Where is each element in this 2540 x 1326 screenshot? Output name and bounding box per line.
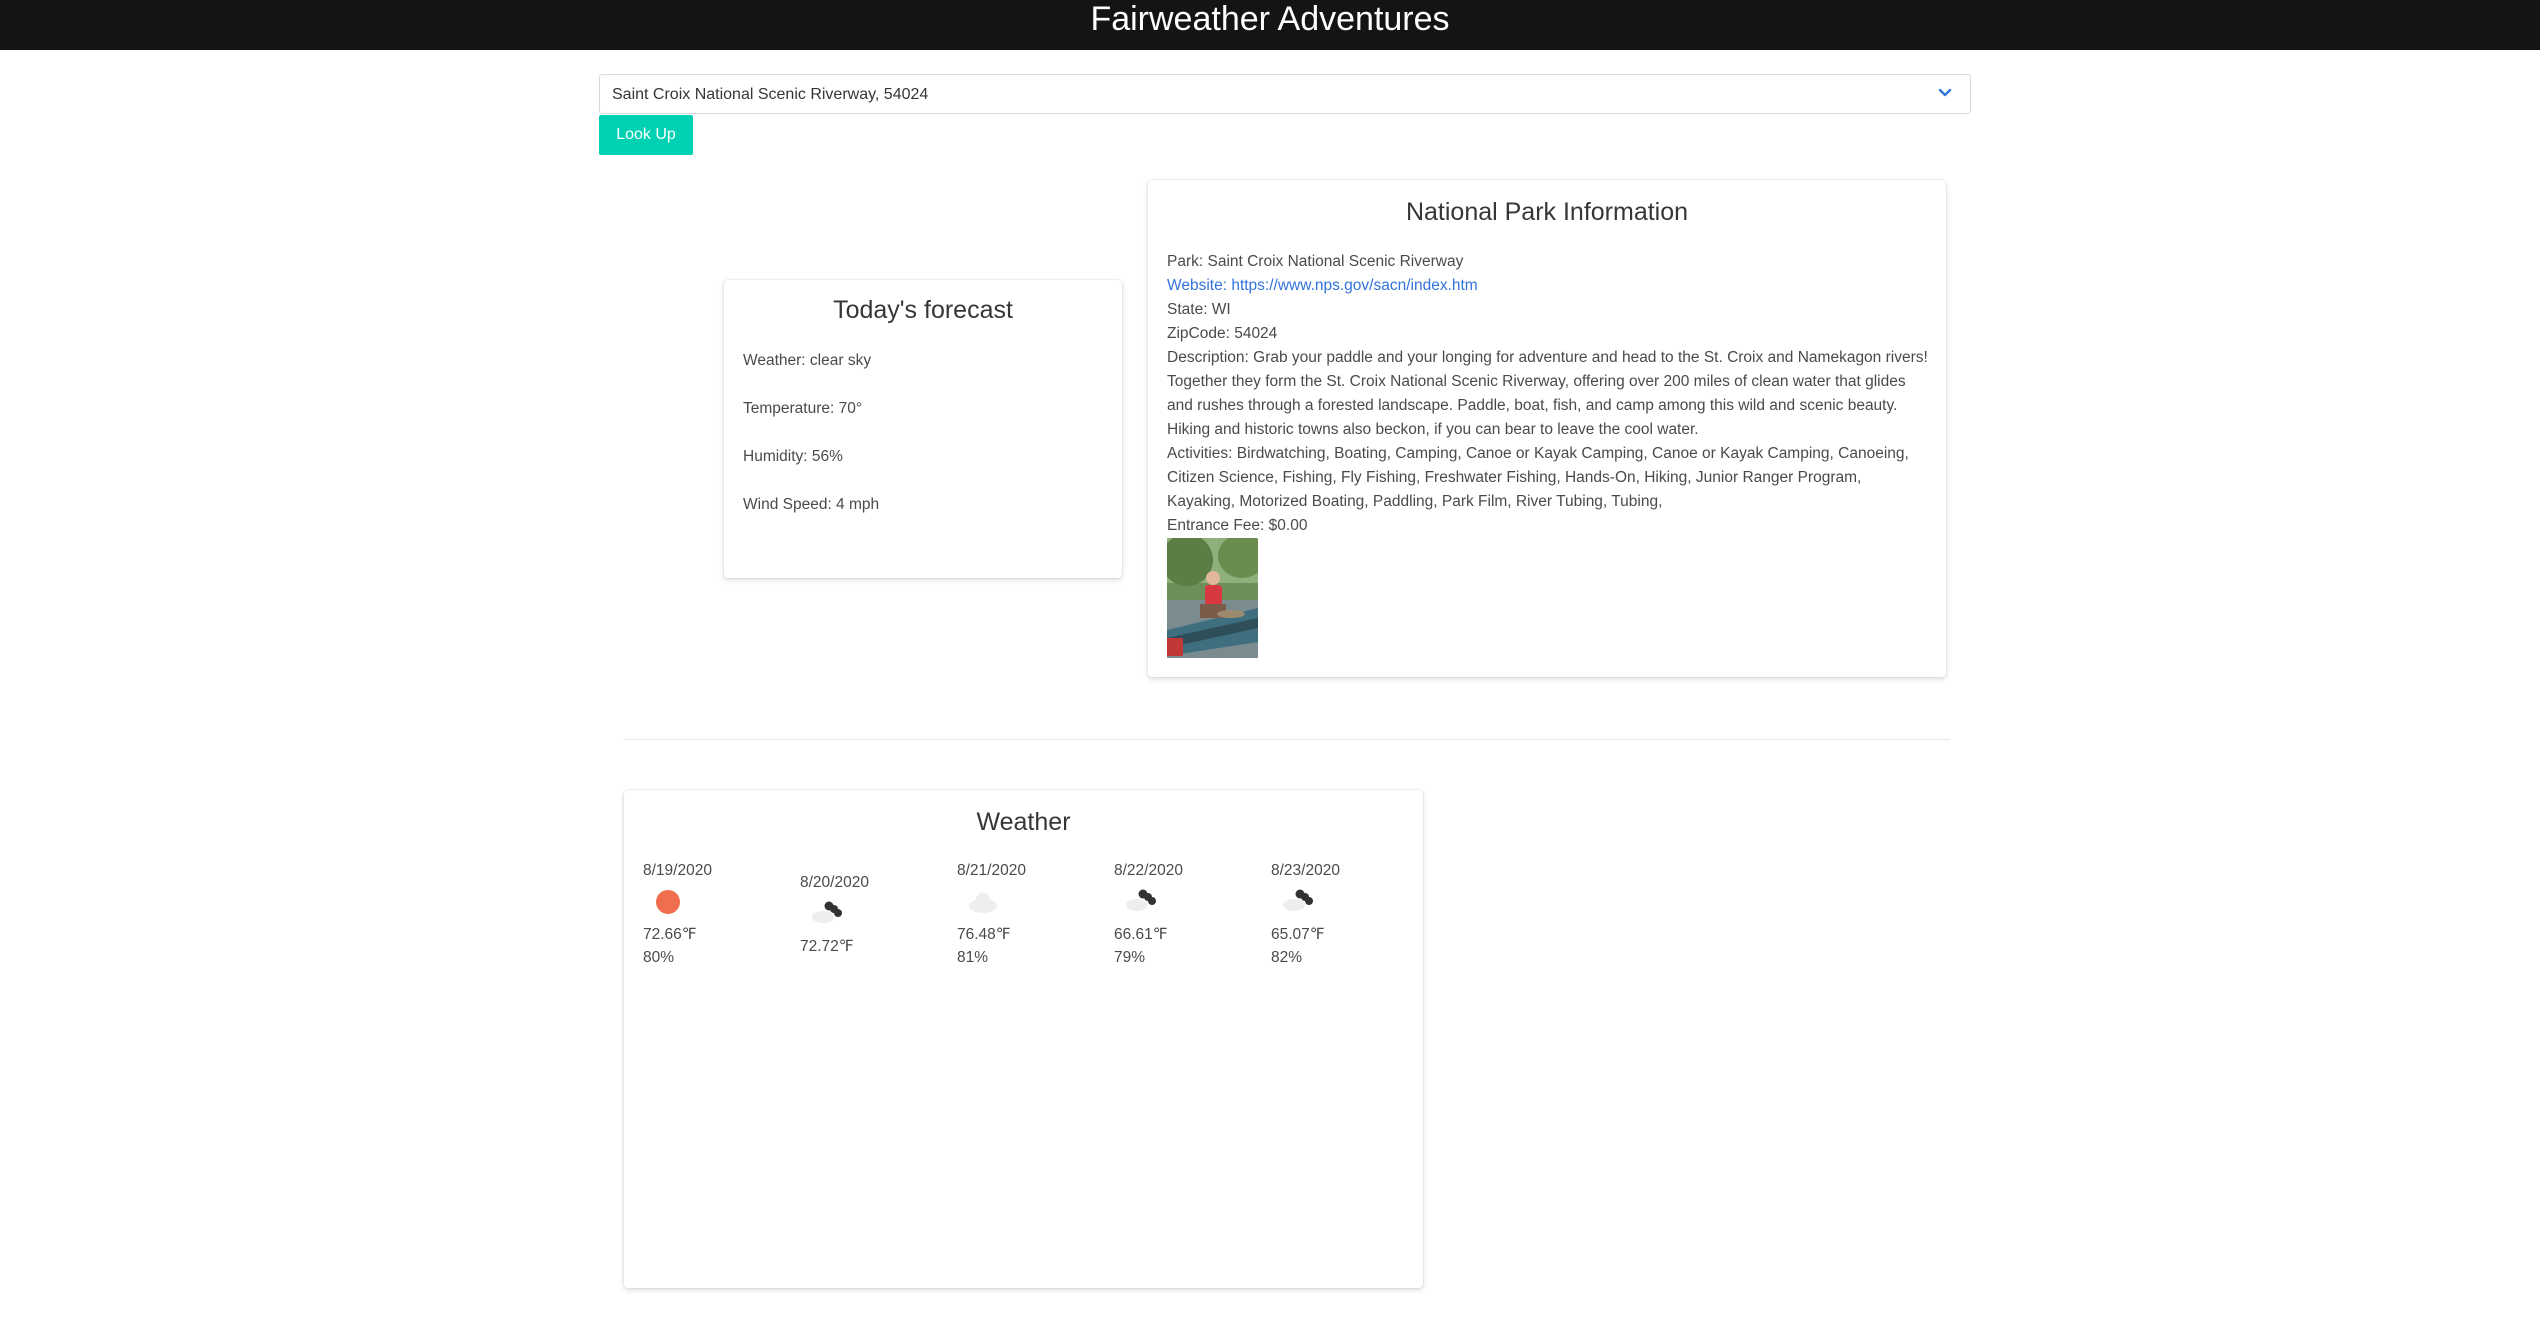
today-forecast-card: Today's forecast Weather: clear sky Temp… bbox=[724, 280, 1122, 578]
forecast-day: 8/23/2020 65.07℉ 82% bbox=[1271, 862, 1411, 982]
park-zipcode: ZipCode: 54024 bbox=[1167, 325, 1278, 342]
forecast-day: 8/21/2020 76.48℉ 81% bbox=[957, 862, 1097, 982]
cloud-icon bbox=[969, 893, 997, 913]
forecast-day: 8/22/2020 66.61℉ 79% bbox=[1114, 862, 1254, 982]
broken-clouds-icon bbox=[1126, 889, 1156, 911]
forecast-day: 8/20/2020 72.72℉ bbox=[800, 874, 940, 994]
today-forecast-title: Today's forecast bbox=[833, 296, 1013, 324]
forecast-temperature: 76.48℉ bbox=[957, 926, 1011, 943]
park-info-card: National Park Information Park: Saint Cr… bbox=[1148, 180, 1946, 677]
forecast-temperature: 72.66℉ bbox=[643, 926, 697, 943]
site-header: Fairweather Adventures bbox=[0, 0, 2540, 50]
park-name: Park: Saint Croix National Scenic Riverw… bbox=[1167, 253, 1464, 270]
forecast-humidity: 79% bbox=[1114, 949, 1146, 966]
park-activities: Activities: Birdwatching, Boating, Campi… bbox=[1167, 445, 1909, 510]
section-divider bbox=[623, 739, 1950, 740]
forecast-humidity: 80% bbox=[643, 949, 675, 966]
sun-icon bbox=[656, 890, 680, 914]
weather-card: Weather 8/19/2020 72.66℉ 80% 8/20/2020 7… bbox=[624, 790, 1423, 1288]
look-up-button[interactable]: Look Up bbox=[599, 115, 693, 155]
forecast-date: 8/23/2020 bbox=[1271, 862, 1340, 879]
forecast-humidity: 81% bbox=[957, 949, 989, 966]
park-website-link[interactable]: Website: https://www.nps.gov/sacn/index.… bbox=[1167, 277, 1478, 294]
today-temperature: Temperature: 70° bbox=[743, 400, 863, 417]
forecast-date: 8/21/2020 bbox=[957, 862, 1026, 879]
park-info-body: Park: Saint Croix National Scenic Riverw… bbox=[1167, 250, 1929, 538]
weather-title: Weather bbox=[976, 808, 1071, 836]
forecast-day: 8/19/2020 72.66℉ 80% bbox=[643, 862, 783, 982]
today-wind-speed: Wind Speed: 4 mph bbox=[743, 496, 880, 513]
today-humidity: Humidity: 56% bbox=[743, 448, 843, 465]
park-description: Description: Grab your paddle and your l… bbox=[1167, 349, 1928, 438]
forecast-temperature: 66.61℉ bbox=[1114, 926, 1168, 943]
park-entrance-fee: Entrance Fee: $0.00 bbox=[1167, 517, 1308, 534]
forecast-temperature: 65.07℉ bbox=[1271, 926, 1325, 943]
forecast-date: 8/19/2020 bbox=[643, 862, 712, 879]
forecast-humidity: 82% bbox=[1271, 949, 1303, 966]
forecast-temperature: 72.72℉ bbox=[800, 938, 854, 955]
park-photo bbox=[1167, 538, 1258, 658]
broken-clouds-icon bbox=[812, 901, 842, 923]
park-select-value: Saint Croix National Scenic Riverway, 54… bbox=[612, 86, 929, 103]
forecast-date: 8/20/2020 bbox=[800, 874, 869, 891]
forecast-date: 8/22/2020 bbox=[1114, 862, 1183, 879]
broken-clouds-icon bbox=[1283, 889, 1313, 911]
today-weather: Weather: clear sky bbox=[743, 352, 872, 369]
site-title: Fairweather Adventures bbox=[1090, 0, 1450, 38]
chevron-down-icon bbox=[1938, 88, 1952, 97]
park-state: State: WI bbox=[1167, 301, 1231, 318]
park-info-title: National Park Information bbox=[1405, 198, 1689, 226]
park-select[interactable]: Saint Croix National Scenic Riverway, 54… bbox=[599, 74, 1971, 114]
